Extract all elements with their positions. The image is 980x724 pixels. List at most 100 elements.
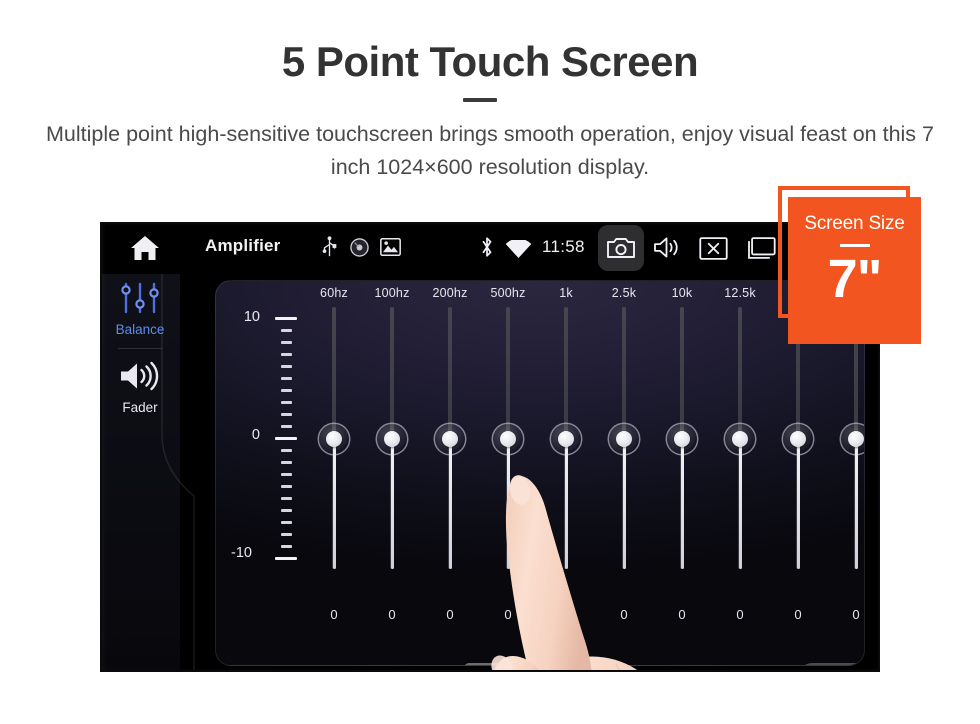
slider-fill	[332, 438, 336, 569]
recent-apps-icon[interactable]	[745, 237, 776, 265]
eq-band-slider[interactable]	[826, 307, 864, 577]
scale-tick-minor	[281, 365, 292, 368]
clock: 11:58	[542, 237, 585, 256]
axis-label-mid: 0	[251, 427, 260, 443]
slider-knob[interactable]	[725, 424, 755, 454]
slider-knob[interactable]	[783, 424, 813, 454]
eq-band-value: 0	[736, 607, 744, 622]
scale-tick-minor	[281, 401, 292, 404]
scale-tick-minor	[281, 521, 292, 524]
wifi-icon	[505, 238, 532, 264]
equalizer-panel: 10 0 -10 60hz 0 100hz 0 200hz 0 500hz 0 1k 0 2.5k 0…	[215, 280, 865, 666]
scale-tick-minor	[281, 341, 292, 344]
slider-knob[interactable]	[667, 424, 697, 454]
eq-band-value: 0	[388, 607, 396, 622]
rail-divider	[118, 348, 162, 349]
badge-value: 7"	[827, 249, 883, 309]
page-root: 5 Point Touch Screen Multiple point high…	[0, 0, 980, 724]
axis-label-max: 10	[243, 309, 260, 325]
scale-ticks	[275, 317, 297, 560]
slider-knob[interactable]	[319, 424, 349, 454]
scale-tick-minor	[281, 353, 292, 356]
scale-tick-minor	[281, 485, 292, 488]
scale-tick-major	[275, 437, 297, 440]
speaker-icon	[121, 361, 159, 391]
scale-tick-minor	[281, 413, 292, 416]
image-icon	[380, 238, 401, 261]
slider-fill	[390, 438, 394, 569]
eq-band-frequency-label: 100hz	[374, 286, 410, 300]
badge-divider	[839, 244, 870, 247]
eq-band-value: 0	[678, 607, 686, 622]
home-icon[interactable]	[130, 234, 160, 262]
eq-band-slider[interactable]	[304, 307, 364, 577]
slider-knob[interactable]	[841, 424, 864, 454]
slider-knob[interactable]	[551, 424, 581, 454]
eq-band-slider[interactable]	[768, 307, 828, 577]
scale-tick-minor	[281, 449, 292, 452]
scale-tick-minor	[281, 545, 292, 548]
eq-band-slider[interactable]	[536, 307, 596, 577]
equalizer-sliders-icon	[121, 282, 159, 314]
slider-knob[interactable]	[609, 424, 639, 454]
scale-tick-major	[275, 557, 297, 560]
axis-label-min: -10	[231, 545, 252, 561]
scale-tick-minor	[281, 389, 292, 392]
scale-tick-minor	[281, 425, 292, 428]
slider-fill	[680, 438, 684, 569]
badge-title: Screen Size	[804, 213, 905, 234]
preset-custom-button[interactable]: Custom	[464, 663, 576, 665]
sidebar-rail: Balance Fader	[100, 274, 180, 672]
sidebar-item-balance[interactable]: Balance	[100, 282, 180, 337]
sidebar-item-balance-label: Balance	[115, 322, 165, 337]
slider-knob[interactable]	[493, 424, 523, 454]
slider-fill	[564, 438, 568, 569]
page-subtitle: Multiple point high-sensitive touchscree…	[46, 122, 934, 179]
scale-tick-minor	[281, 377, 292, 380]
loudness-toggle[interactable]	[796, 663, 864, 665]
eq-band-frequency-label: 1k	[559, 286, 573, 300]
close-box-icon[interactable]	[699, 237, 728, 265]
page-title: 5 Point Touch Screen	[281, 38, 699, 85]
scale-tick-minor	[281, 509, 292, 512]
app-title: Amplifier	[205, 236, 281, 255]
eq-band-value: 0	[330, 607, 338, 622]
usb-icon	[322, 235, 337, 264]
scale-tick-major	[275, 317, 297, 320]
eq-band-slider[interactable]	[594, 307, 654, 577]
eq-band-slider[interactable]	[478, 307, 538, 577]
eq-band-value: 0	[562, 607, 570, 622]
sidebar-item-fader[interactable]: Fader	[100, 360, 180, 415]
eq-band-slider[interactable]	[652, 307, 712, 577]
eq-band-slider[interactable]	[420, 307, 480, 577]
sidebar-item-fader-label: Fader	[122, 400, 158, 415]
title-underline	[463, 98, 497, 102]
slider-fill	[622, 438, 626, 569]
camera-button[interactable]	[598, 225, 644, 271]
disc-icon	[350, 238, 369, 262]
eq-band-value: 0	[852, 607, 860, 622]
eq-band-frequency-label: 200hz	[432, 286, 468, 300]
slider-knob[interactable]	[435, 424, 465, 454]
slider-fill	[796, 438, 800, 569]
scale-tick-minor	[281, 497, 292, 500]
eq-band-frequency-label: 60hz	[320, 286, 348, 300]
screen-size-badge: Screen Size 7"	[788, 197, 921, 344]
eq-band-frequency-label: 2.5k	[611, 286, 637, 300]
car-stereo-screen: Amplifier 11:58 Balance Fader 10 0 -10 6…	[100, 222, 880, 672]
slider-fill	[854, 438, 858, 569]
slider-knob[interactable]	[377, 424, 407, 454]
eq-band-value: 0	[620, 607, 628, 622]
bluetooth-icon	[480, 235, 494, 264]
eq-band-frequency-label: 12.5k	[724, 286, 756, 300]
scale-tick-minor	[281, 473, 292, 476]
slider-fill	[448, 438, 452, 569]
eq-band-value: 0	[446, 607, 454, 622]
eq-band-value: 0	[794, 607, 802, 622]
eq-band-slider[interactable]	[362, 307, 422, 577]
eq-band-frequency-label: 10k	[671, 286, 693, 300]
eq-band-slider[interactable]	[710, 307, 770, 577]
volume-icon[interactable]	[653, 236, 680, 264]
slider-fill	[506, 438, 510, 569]
eq-band-value: 0	[504, 607, 512, 622]
